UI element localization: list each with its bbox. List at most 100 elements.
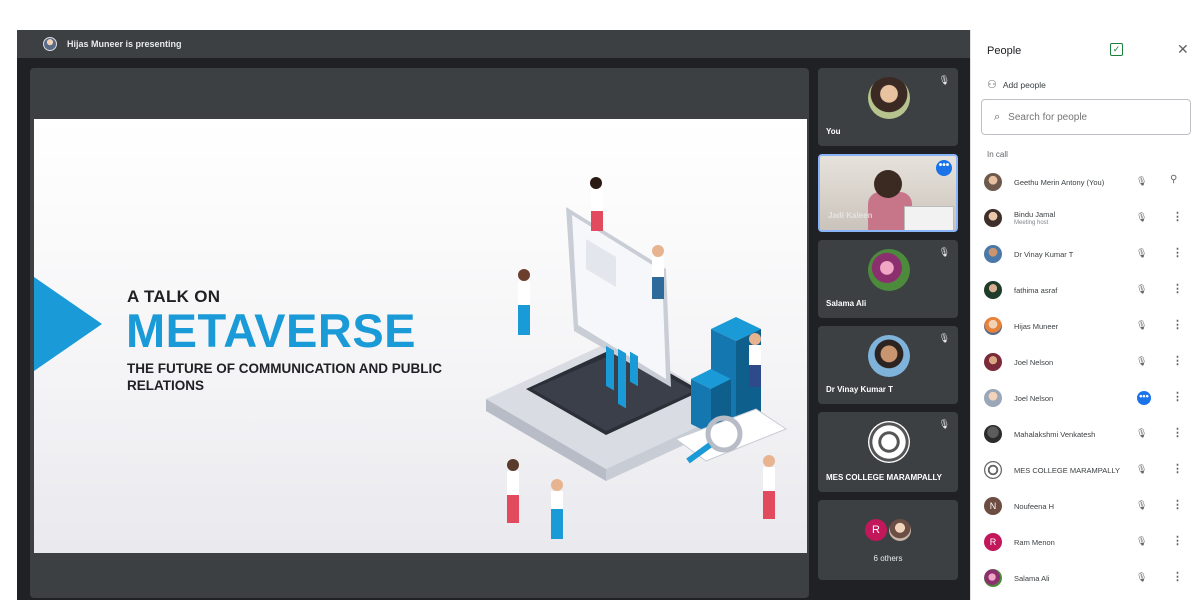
more-icon[interactable]: ⋮ <box>1172 498 1183 511</box>
speaker-podium <box>904 206 954 230</box>
participant-row[interactable]: N Noufeena H 🎙 ⋮ <box>971 488 1198 524</box>
presenter-avatar <box>43 37 57 51</box>
tile-others[interactable]: R 6 others <box>818 500 958 580</box>
participant-avatar: N <box>984 497 1002 515</box>
more-icon[interactable]: ⋮ <box>1172 462 1183 475</box>
participant-name: Dr Vinay Kumar T <box>1014 249 1074 259</box>
participant-name: Bindu Jamal <box>1014 210 1056 219</box>
tile-active-speaker[interactable]: ••• Jadi Kaleen <box>818 154 958 232</box>
participant-name: Ram Menon <box>1014 537 1055 547</box>
participant-name: Joel Nelson <box>1014 393 1054 403</box>
participant-avatar <box>984 425 1002 443</box>
presentation-slide: A TALK ON METAVERSE THE FUTURE OF COMMUN… <box>34 119 807 553</box>
tile-name: Salama Ali <box>826 299 867 308</box>
search-icon: ⌕ <box>994 110 1001 123</box>
pin-icon[interactable]: ⚲ <box>1170 174 1177 185</box>
tile-name: Jadi Kaleen <box>828 211 873 220</box>
check-box-icon[interactable]: ✓ <box>1110 43 1123 56</box>
mic-off-icon[interactable]: 🎙 <box>1136 536 1147 547</box>
mic-off-icon[interactable]: 🎙 <box>1136 320 1147 331</box>
participant-avatar <box>984 281 1002 299</box>
participant-row[interactable]: MES COLLEGE MARAMPALLY 🎙 ⋮ <box>971 452 1198 488</box>
participant-row[interactable]: Bindu Jamal Meeting host 🎙 ⋮ <box>971 200 1198 236</box>
tile-you[interactable]: 🎙 You <box>818 68 958 146</box>
tile-avatar <box>868 77 910 119</box>
mic-off-icon[interactable]: 🎙 <box>1136 572 1147 583</box>
mic-off-icon[interactable]: 🎙 <box>1136 428 1147 439</box>
participant-name: Mahalakshmi Venkatesh <box>1014 429 1096 439</box>
more-icon[interactable]: ⋮ <box>1172 318 1183 331</box>
slide-subtitle: THE FUTURE OF COMMUNICATION AND PUBLIC R… <box>127 361 442 393</box>
person-figure-1 <box>518 269 530 335</box>
participant-row[interactable]: R Ram Menon 🎙 ⋮ <box>971 524 1198 560</box>
presenting-text: Hijas Muneer is presenting <box>67 39 182 49</box>
participant-row[interactable]: Joel Nelson 🎙 ⋮ <box>971 344 1198 380</box>
participant-list: Geethu Merin Antony (You) 🎙 ⚲ Bindu Jama… <box>971 164 1198 596</box>
mic-off-icon[interactable]: 🎙 <box>1136 248 1147 259</box>
add-person-icon: ⚇ <box>987 79 997 91</box>
mic-off-icon[interactable]: 🎙 <box>1136 464 1147 475</box>
participant-avatar <box>984 569 1002 587</box>
slide-arrow-shape <box>34 277 102 371</box>
participant-name: Hijas Muneer <box>1014 321 1059 331</box>
tile-avatar <box>868 421 910 463</box>
mic-off-icon[interactable]: 🎙 <box>1136 176 1147 187</box>
participant-avatar <box>984 389 1002 407</box>
participant-row[interactable]: Salama Ali 🎙 ⋮ <box>971 560 1198 596</box>
participant-avatar <box>984 173 1002 191</box>
participant-row[interactable]: Geethu Merin Antony (You) 🎙 ⚲ <box>971 164 1198 200</box>
tile-avatar <box>868 249 910 291</box>
mic-off-icon: 🎙 <box>938 75 950 85</box>
metaverse-illustration <box>486 177 788 539</box>
slide-title: METAVERSE <box>126 304 417 357</box>
search-input[interactable] <box>1008 111 1169 123</box>
more-icon[interactable]: ⋮ <box>1172 354 1183 367</box>
mic-off-icon[interactable]: 🎙 <box>1136 284 1147 295</box>
more-icon[interactable]: ⋮ <box>1172 282 1183 295</box>
speaker-head <box>874 170 902 198</box>
mic-off-icon[interactable]: 🎙 <box>1136 212 1147 223</box>
more-icon[interactable]: ••• <box>936 160 952 176</box>
tile-name: Dr Vinay Kumar T <box>826 385 893 394</box>
others-avatar-photo <box>889 519 911 541</box>
participant-avatar <box>984 353 1002 371</box>
participant-avatar <box>984 209 1002 227</box>
mic-off-icon: 🎙 <box>938 333 950 343</box>
add-people-button[interactable]: ⚇ Add people <box>987 78 1046 91</box>
participant-name: Geethu Merin Antony (You) <box>1014 177 1105 187</box>
tile-name: MES COLLEGE MARAMPALLY <box>826 473 943 482</box>
others-avatar-letter: R <box>865 519 887 541</box>
mic-off-icon[interactable]: 🎙 <box>1136 500 1147 511</box>
tile-dr-vinay-kumar[interactable]: 🎙 Dr Vinay Kumar T <box>818 326 958 404</box>
participant-row[interactable]: Mahalakshmi Venkatesh 🎙 ⋮ <box>971 416 1198 452</box>
participant-row[interactable]: Dr Vinay Kumar T 🎙 ⋮ <box>971 236 1198 272</box>
participant-name: Noufeena H <box>1014 501 1055 511</box>
participant-avatar <box>984 461 1002 479</box>
more-icon[interactable]: ⋮ <box>1172 390 1183 403</box>
more-icon[interactable]: ⋮ <box>1172 534 1183 547</box>
tile-mes-college[interactable]: 🎙 MES COLLEGE MARAMPALLY <box>818 412 958 492</box>
participant-name: Joel Nelson <box>1014 357 1054 367</box>
others-count: 6 others <box>873 554 903 563</box>
presenting-bar: Hijas Muneer is presenting <box>17 30 970 58</box>
more-icon[interactable]: ⋮ <box>1172 570 1183 583</box>
more-icon[interactable]: ⋮ <box>1172 426 1183 439</box>
participant-avatar: R <box>984 533 1002 551</box>
tile-salama-ali[interactable]: 🎙 Salama Ali <box>818 240 958 318</box>
people-panel-title: People <box>987 45 1022 57</box>
more-icon[interactable]: ••• <box>1137 391 1151 405</box>
participant-avatar <box>984 317 1002 335</box>
more-icon[interactable]: ⋮ <box>1172 246 1183 259</box>
close-icon[interactable]: ✕ <box>1177 41 1189 58</box>
participant-row[interactable]: fathima asraf 🎙 ⋮ <box>971 272 1198 308</box>
participant-row[interactable]: Joel Nelson ••• ⋮ <box>971 380 1198 416</box>
tile-avatar <box>868 335 910 377</box>
participant-name: Salama Ali <box>1014 573 1050 583</box>
participant-row[interactable]: Hijas Muneer 🎙 ⋮ <box>971 308 1198 344</box>
mic-off-icon[interactable]: 🎙 <box>1136 356 1147 367</box>
participant-name: MES COLLEGE MARAMPALLY <box>1014 465 1121 475</box>
section-label: In call <box>987 150 1008 159</box>
more-icon[interactable]: ⋮ <box>1172 210 1183 223</box>
people-search[interactable]: ⌕ <box>981 99 1191 135</box>
others-avatars: R <box>818 519 958 541</box>
